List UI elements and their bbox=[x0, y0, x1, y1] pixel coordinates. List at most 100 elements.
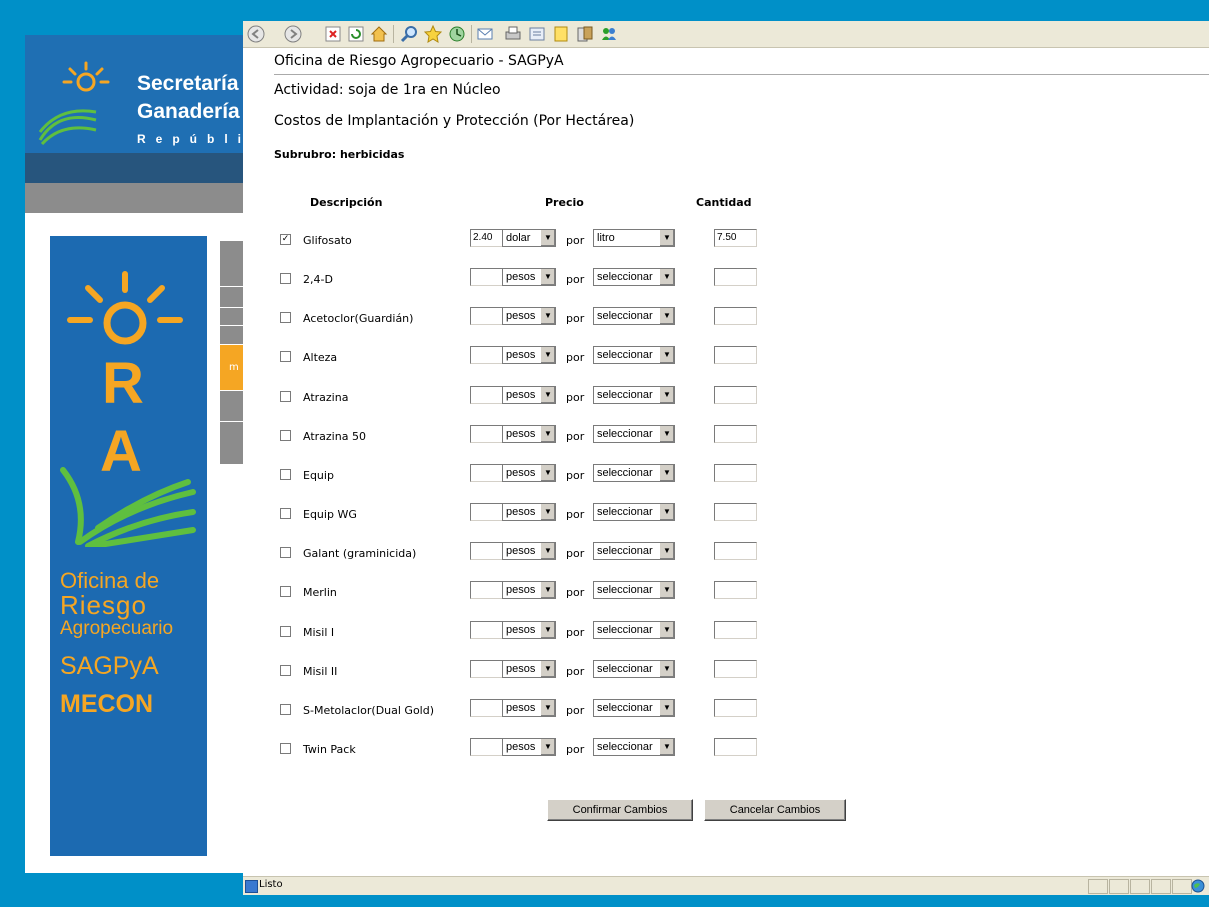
quantity-input[interactable] bbox=[714, 268, 757, 286]
unit-select[interactable]: seleccionar ▼ bbox=[593, 503, 675, 521]
quantity-input[interactable] bbox=[714, 621, 757, 639]
unit-select[interactable]: seleccionar ▼ bbox=[593, 581, 675, 599]
currency-select[interactable]: pesos ▼ bbox=[502, 268, 556, 286]
row-checkbox[interactable]: ✓ bbox=[280, 234, 291, 245]
price-input[interactable] bbox=[470, 542, 503, 560]
unit-select[interactable]: seleccionar ▼ bbox=[593, 268, 675, 286]
history-icon[interactable] bbox=[447, 24, 467, 44]
back-icon[interactable] bbox=[246, 24, 266, 44]
price-input[interactable] bbox=[470, 738, 503, 756]
dropdown-arrow-icon[interactable]: ▼ bbox=[540, 308, 555, 324]
dropdown-arrow-icon[interactable]: ▼ bbox=[540, 426, 555, 442]
unit-select[interactable]: seleccionar ▼ bbox=[593, 307, 675, 325]
currency-select[interactable]: pesos ▼ bbox=[502, 346, 556, 364]
edit-icon[interactable] bbox=[527, 24, 547, 44]
currency-select[interactable]: pesos ▼ bbox=[502, 307, 556, 325]
unit-select[interactable]: seleccionar ▼ bbox=[593, 699, 675, 717]
price-input[interactable] bbox=[470, 699, 503, 717]
currency-select[interactable]: pesos ▼ bbox=[502, 738, 556, 756]
dropdown-arrow-icon[interactable]: ▼ bbox=[659, 504, 674, 520]
mail-icon[interactable] bbox=[476, 24, 496, 44]
dropdown-arrow-icon[interactable]: ▼ bbox=[659, 700, 674, 716]
refresh-icon[interactable] bbox=[346, 24, 366, 44]
price-input[interactable] bbox=[470, 307, 503, 325]
row-checkbox[interactable] bbox=[280, 665, 291, 676]
dropdown-arrow-icon[interactable]: ▼ bbox=[540, 661, 555, 677]
price-input[interactable] bbox=[470, 268, 503, 286]
currency-select[interactable]: pesos ▼ bbox=[502, 386, 556, 404]
row-checkbox[interactable] bbox=[280, 586, 291, 597]
dropdown-arrow-icon[interactable]: ▼ bbox=[659, 426, 674, 442]
dropdown-arrow-icon[interactable]: ▼ bbox=[659, 622, 674, 638]
quantity-input[interactable] bbox=[714, 307, 757, 325]
stop-icon[interactable] bbox=[323, 24, 343, 44]
dropdown-arrow-icon[interactable]: ▼ bbox=[540, 465, 555, 481]
dropdown-arrow-icon[interactable]: ▼ bbox=[540, 269, 555, 285]
dropdown-arrow-icon[interactable]: ▼ bbox=[659, 269, 674, 285]
dropdown-arrow-icon[interactable]: ▼ bbox=[540, 700, 555, 716]
price-input[interactable] bbox=[470, 503, 503, 521]
forward-icon[interactable] bbox=[283, 24, 303, 44]
row-checkbox[interactable] bbox=[280, 547, 291, 558]
currency-select[interactable]: pesos ▼ bbox=[502, 464, 556, 482]
dropdown-arrow-icon[interactable]: ▼ bbox=[659, 308, 674, 324]
unit-select[interactable]: seleccionar ▼ bbox=[593, 542, 675, 560]
currency-select[interactable]: dolar ▼ bbox=[502, 229, 556, 247]
row-checkbox[interactable] bbox=[280, 351, 291, 362]
messenger-icon[interactable] bbox=[599, 24, 619, 44]
unit-select[interactable]: litro ▼ bbox=[593, 229, 675, 247]
quantity-input[interactable] bbox=[714, 503, 757, 521]
row-checkbox[interactable] bbox=[280, 469, 291, 480]
dropdown-arrow-icon[interactable]: ▼ bbox=[540, 622, 555, 638]
unit-select[interactable]: seleccionar ▼ bbox=[593, 464, 675, 482]
quantity-input[interactable] bbox=[714, 660, 757, 678]
dropdown-arrow-icon[interactable]: ▼ bbox=[659, 582, 674, 598]
quantity-input[interactable] bbox=[714, 581, 757, 599]
quantity-input[interactable] bbox=[714, 346, 757, 364]
row-checkbox[interactable] bbox=[280, 704, 291, 715]
quantity-input[interactable] bbox=[714, 542, 757, 560]
currency-select[interactable]: pesos ▼ bbox=[502, 503, 556, 521]
unit-select[interactable]: seleccionar ▼ bbox=[593, 738, 675, 756]
dropdown-arrow-icon[interactable]: ▼ bbox=[659, 739, 674, 755]
price-input[interactable] bbox=[470, 386, 503, 404]
currency-select[interactable]: pesos ▼ bbox=[502, 425, 556, 443]
cancel-changes-button[interactable]: Cancelar Cambios bbox=[704, 799, 846, 821]
confirm-changes-button[interactable]: Confirmar Cambios bbox=[547, 799, 693, 821]
price-input[interactable] bbox=[470, 581, 503, 599]
currency-select[interactable]: pesos ▼ bbox=[502, 621, 556, 639]
unit-select[interactable]: seleccionar ▼ bbox=[593, 621, 675, 639]
dropdown-arrow-icon[interactable]: ▼ bbox=[659, 230, 674, 246]
currency-select[interactable]: pesos ▼ bbox=[502, 542, 556, 560]
row-checkbox[interactable] bbox=[280, 508, 291, 519]
unit-select[interactable]: seleccionar ▼ bbox=[593, 346, 675, 364]
price-input[interactable] bbox=[470, 660, 503, 678]
unit-select[interactable]: seleccionar ▼ bbox=[593, 386, 675, 404]
row-checkbox[interactable] bbox=[280, 391, 291, 402]
dropdown-arrow-icon[interactable]: ▼ bbox=[659, 543, 674, 559]
price-input[interactable] bbox=[470, 346, 503, 364]
row-checkbox[interactable] bbox=[280, 743, 291, 754]
dropdown-arrow-icon[interactable]: ▼ bbox=[659, 661, 674, 677]
unit-select[interactable]: seleccionar ▼ bbox=[593, 425, 675, 443]
dropdown-arrow-icon[interactable]: ▼ bbox=[540, 582, 555, 598]
dropdown-arrow-icon[interactable]: ▼ bbox=[659, 347, 674, 363]
quantity-input[interactable] bbox=[714, 464, 757, 482]
currency-select[interactable]: pesos ▼ bbox=[502, 581, 556, 599]
quantity-input[interactable]: 7.50 bbox=[714, 229, 757, 247]
price-input[interactable] bbox=[470, 621, 503, 639]
currency-select[interactable]: pesos ▼ bbox=[502, 660, 556, 678]
print-icon[interactable] bbox=[503, 24, 523, 44]
dropdown-arrow-icon[interactable]: ▼ bbox=[659, 387, 674, 403]
row-checkbox[interactable] bbox=[280, 312, 291, 323]
quantity-input[interactable] bbox=[714, 699, 757, 717]
dropdown-arrow-icon[interactable]: ▼ bbox=[540, 504, 555, 520]
dropdown-arrow-icon[interactable]: ▼ bbox=[540, 387, 555, 403]
price-input[interactable]: 2.40 bbox=[470, 229, 503, 247]
notes-icon[interactable] bbox=[551, 24, 571, 44]
price-input[interactable] bbox=[470, 464, 503, 482]
price-input[interactable] bbox=[470, 425, 503, 443]
dropdown-arrow-icon[interactable]: ▼ bbox=[540, 739, 555, 755]
row-checkbox[interactable] bbox=[280, 273, 291, 284]
quantity-input[interactable] bbox=[714, 386, 757, 404]
